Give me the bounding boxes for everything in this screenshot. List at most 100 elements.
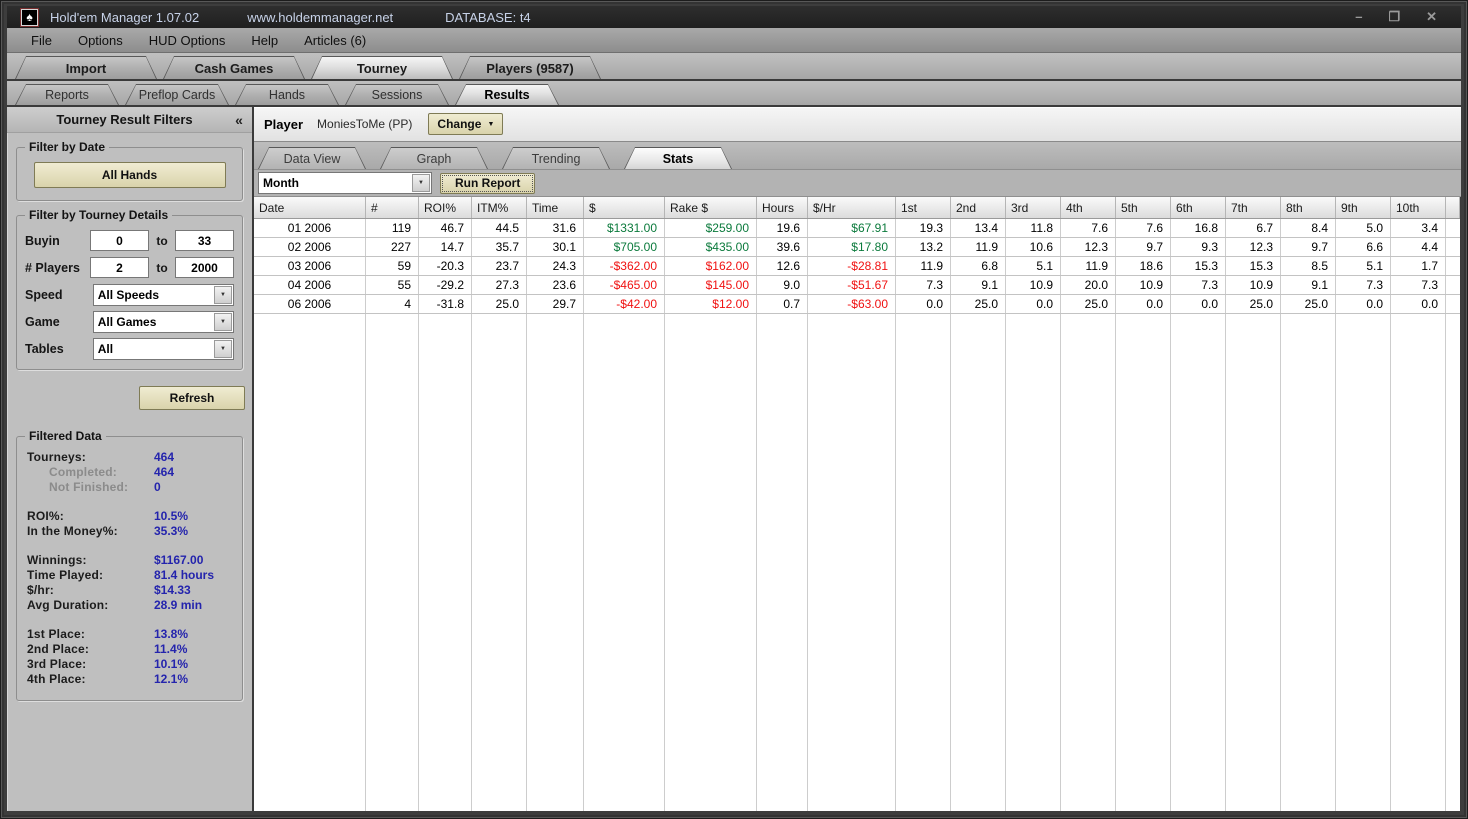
- buyin-to-input[interactable]: [175, 230, 234, 251]
- menu-bar: File Options HUD Options Help Articles (6): [7, 28, 1461, 53]
- column-header-7th[interactable]: 7th: [1226, 197, 1281, 218]
- column-header-date[interactable]: Date: [254, 197, 366, 218]
- view-tab-graph[interactable]: Graph: [380, 147, 488, 169]
- column-header-rake[interactable]: Rake $: [665, 197, 757, 218]
- sub-tab-results[interactable]: Results: [455, 84, 559, 105]
- table-cell: 7.6: [1061, 219, 1116, 237]
- column-header-roi[interactable]: ROI%: [419, 197, 472, 218]
- maximize-icon[interactable]: ❐: [1388, 9, 1400, 25]
- filtered-data-label: Tourneys:: [27, 450, 154, 464]
- player-bar: Player MoniesToMe (PP) Change ▼: [254, 107, 1461, 142]
- column-header-hours[interactable]: Hours: [757, 197, 808, 218]
- column-header-1st[interactable]: 1st: [896, 197, 951, 218]
- players-to-input[interactable]: [175, 257, 234, 278]
- table-cell: 24.3: [527, 257, 584, 275]
- column-header-2nd[interactable]: 2nd: [951, 197, 1006, 218]
- view-tab-data-view[interactable]: Data View: [258, 147, 366, 169]
- change-player-button[interactable]: Change ▼: [428, 113, 503, 135]
- filtered-data-value: 0: [154, 480, 161, 494]
- column-header-itm[interactable]: ITM%: [472, 197, 527, 218]
- table-cell: 9.7: [1116, 238, 1171, 256]
- menu-item-file[interactable]: File: [31, 33, 52, 48]
- table-cell: 7.6: [1116, 219, 1171, 237]
- column-header-4th[interactable]: 4th: [1061, 197, 1116, 218]
- table-cell: 6.8: [951, 257, 1006, 275]
- view-tab-trending[interactable]: Trending: [502, 147, 610, 169]
- table-cell: 8.5: [1281, 257, 1336, 275]
- table-cell: -$465.00: [584, 276, 665, 294]
- filtered-data-value: 28.9 min: [154, 598, 202, 612]
- period-dropdown-arrow-icon[interactable]: ▼: [412, 174, 430, 192]
- column-header-[interactable]: #: [366, 197, 419, 218]
- sub-tab-reports[interactable]: Reports: [15, 84, 119, 105]
- table-cell: 3.4: [1391, 219, 1446, 237]
- menu-item-options[interactable]: Options: [78, 33, 123, 48]
- run-report-button[interactable]: Run Report: [440, 173, 535, 194]
- table-cell: 13.4: [951, 219, 1006, 237]
- table-cell: 7.3: [896, 276, 951, 294]
- column-header-3rd[interactable]: 3rd: [1006, 197, 1061, 218]
- table-cell: 4.4: [1391, 238, 1446, 256]
- speed-dropdown[interactable]: All Speeds ▼: [93, 284, 234, 306]
- tables-dropdown[interactable]: All ▼: [93, 338, 234, 360]
- period-dropdown[interactable]: Month ▼: [258, 172, 432, 194]
- main-tab-import[interactable]: Import: [15, 56, 157, 79]
- column-header-hr[interactable]: $/Hr: [808, 197, 896, 218]
- table-cell: 01 2006: [254, 219, 366, 237]
- all-hands-button[interactable]: All Hands: [34, 162, 226, 188]
- players-from-input[interactable]: [90, 257, 149, 278]
- menu-item-hud-options[interactable]: HUD Options: [149, 33, 226, 48]
- column-header-time[interactable]: Time: [527, 197, 584, 218]
- refresh-button[interactable]: Refresh: [139, 386, 245, 410]
- sub-tab-preflop-cards[interactable]: Preflop Cards: [125, 84, 229, 105]
- filtered-data-row: Time Played:81.4 hours: [27, 567, 234, 582]
- app-spade-icon: ♠: [21, 9, 38, 26]
- close-icon[interactable]: ✕: [1426, 9, 1437, 25]
- filtered-data-value: 10.1%: [154, 657, 188, 671]
- table-row[interactable]: 03 200659-20.323.724.3-$362.00$162.0012.…: [254, 257, 1460, 276]
- game-dropdown[interactable]: All Games ▼: [93, 311, 234, 333]
- filtered-data-value: 464: [154, 465, 174, 479]
- table-cell: 0.0: [1006, 295, 1061, 313]
- filtered-data-label: 4th Place:: [27, 672, 154, 686]
- sub-tab-bar: Reports Preflop Cards Hands Sessions Results: [7, 81, 1461, 107]
- column-header-9th[interactable]: 9th: [1336, 197, 1391, 218]
- view-tab-stats[interactable]: Stats: [624, 147, 732, 169]
- table-row[interactable]: 02 200622714.735.730.1$705.00$435.0039.6…: [254, 238, 1460, 257]
- table-row[interactable]: 06 20064-31.825.029.7-$42.00$12.000.7-$6…: [254, 295, 1460, 314]
- column-header-6th[interactable]: 6th: [1171, 197, 1226, 218]
- buyin-from-input[interactable]: [90, 230, 149, 251]
- menu-item-articles-6[interactable]: Articles (6): [304, 33, 366, 48]
- speed-dropdown-arrow-icon[interactable]: ▼: [214, 286, 232, 304]
- table-cell: 5.1: [1006, 257, 1061, 275]
- column-header-5th[interactable]: 5th: [1116, 197, 1171, 218]
- filtered-data-label: 3rd Place:: [27, 657, 154, 671]
- filter-by-tourney-details-group: Filter by Tourney Details Buyin to # Pla…: [16, 215, 243, 370]
- table-row[interactable]: 04 200655-29.227.323.6-$465.00$145.009.0…: [254, 276, 1460, 295]
- column-header-10th[interactable]: 10th: [1391, 197, 1446, 218]
- main-tab-tourney[interactable]: Tourney: [311, 56, 453, 79]
- table-cell: 10.9: [1006, 276, 1061, 294]
- collapse-sidebar-icon[interactable]: «: [226, 112, 252, 128]
- table-cell: 10.6: [1006, 238, 1061, 256]
- change-caret-icon: ▼: [487, 121, 494, 128]
- table-cell: [254, 314, 366, 811]
- filtered-data-label: In the Money%:: [27, 524, 154, 538]
- main-tab-cash-games[interactable]: Cash Games: [163, 56, 305, 79]
- menu-item-help[interactable]: Help: [251, 33, 278, 48]
- sub-tab-hands[interactable]: Hands: [235, 84, 339, 105]
- column-header-8th[interactable]: 8th: [1281, 197, 1336, 218]
- column-header-[interactable]: $: [584, 197, 665, 218]
- filter-by-date-group: Filter by Date All Hands: [16, 147, 243, 201]
- table-row[interactable]: 01 200611946.744.531.6$1331.00$259.0019.…: [254, 219, 1460, 238]
- game-dropdown-arrow-icon[interactable]: ▼: [214, 313, 232, 331]
- tables-dropdown-arrow-icon[interactable]: ▼: [214, 340, 232, 358]
- filtered-data-row: Winnings:$1167.00: [27, 552, 234, 567]
- buyin-label: Buyin: [25, 234, 90, 248]
- table-cell: 04 2006: [254, 276, 366, 294]
- main-tab-players-9587[interactable]: Players (9587): [459, 56, 601, 79]
- filtered-data-row: 3rd Place:10.1%: [27, 656, 234, 671]
- sub-tab-sessions[interactable]: Sessions: [345, 84, 449, 105]
- filter-details-legend: Filter by Tourney Details: [25, 208, 172, 222]
- minimize-icon[interactable]: –: [1355, 9, 1362, 25]
